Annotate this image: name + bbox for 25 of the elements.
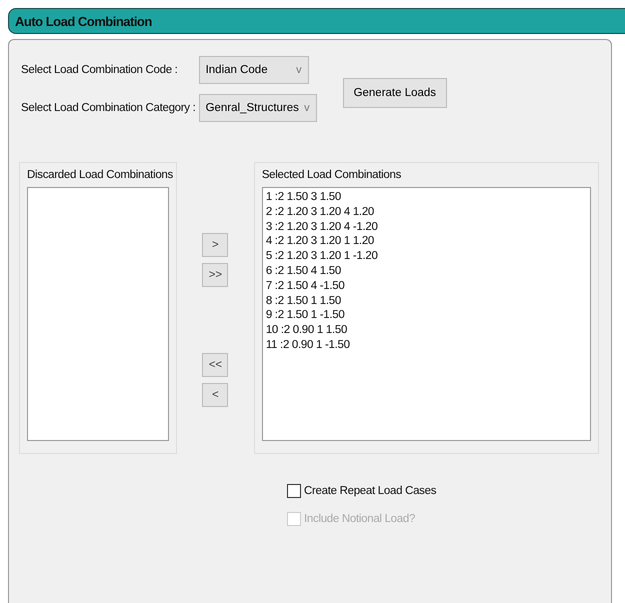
selected-list[interactable]	[262, 187, 591, 441]
window-title: Auto Load Combination	[15, 14, 152, 28]
list-item[interactable]: 9 :2 1.50 1 -1.50	[266, 308, 587, 324]
code-label: Select Load Combination Code :	[21, 64, 178, 76]
list-item[interactable]: 11 :2 0.90 1 -1.50	[266, 338, 587, 353]
category-label: Select Load Combination Category :	[21, 102, 196, 114]
list-item[interactable]: 6 :2 1.50 4 1.50	[266, 264, 587, 279]
move-button[interactable]: >	[202, 233, 228, 257]
list-item[interactable]: 3 :2 1.20 3 1.20 4 -1.20	[266, 220, 587, 234]
list-item[interactable]: 10 :2 0.90 1 1.50	[266, 323, 587, 338]
category-dropdown[interactable]: Genral_Structures v	[198, 94, 317, 122]
list-item[interactable]: 5 :2 1.20 3 1.20 1 -1.20	[266, 249, 587, 264]
discarded-list[interactable]	[27, 187, 169, 441]
list-item[interactable]: 2 :2 1.20 3 1.20 4 1.20	[266, 204, 587, 220]
list-item[interactable]: 7 :2 1.50 4 -1.50	[266, 278, 587, 294]
list-item[interactable]: 8 :2 1.50 1 1.50	[266, 294, 587, 308]
list-item[interactable]: 1 :2 1.50 3 1.50	[266, 190, 587, 205]
move-button[interactable]: <	[202, 383, 228, 407]
code-dropdown[interactable]: Indian Code v	[198, 56, 309, 84]
group-title: Selected Load Combinations	[262, 169, 402, 181]
move-button[interactable]: >>	[202, 263, 228, 287]
move-button[interactable]: <<	[202, 353, 228, 377]
list-item[interactable]: 4 :2 1.20 3 1.20 1 1.20	[266, 234, 587, 250]
generate-loads-button[interactable]: Generate Loads	[342, 78, 448, 108]
option-checkbox[interactable]: Create Repeat Load Cases	[287, 484, 599, 498]
